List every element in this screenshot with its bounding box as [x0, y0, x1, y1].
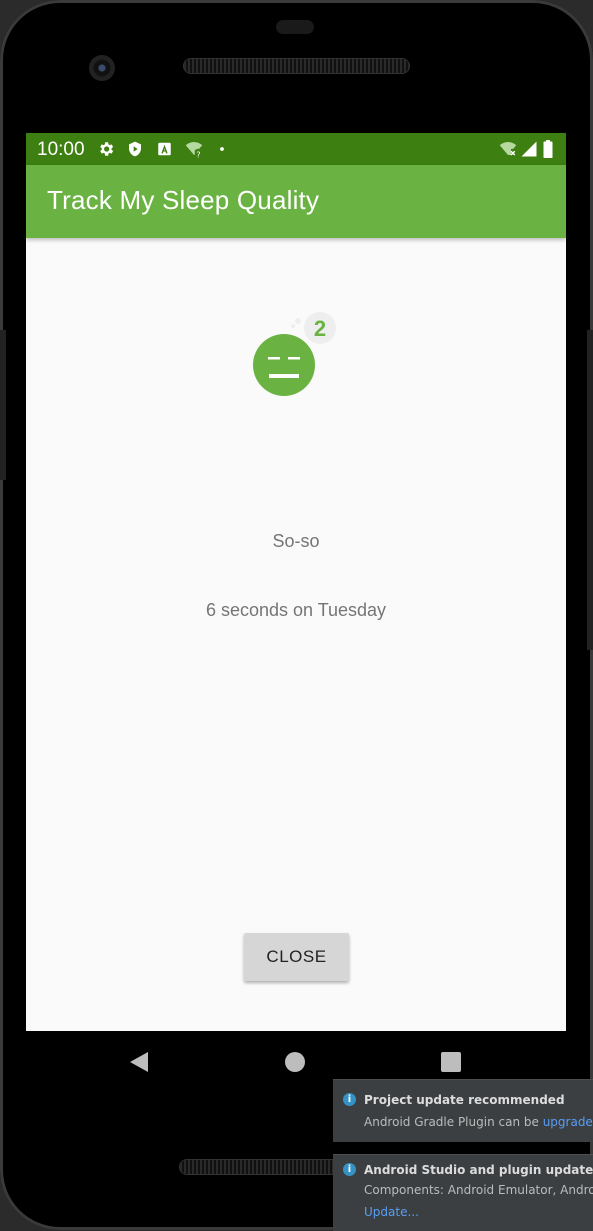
upgraded-link[interactable]: upgraded: [543, 1115, 593, 1129]
notification-project-update[interactable]: i Project update recommended Android Gra…: [333, 1079, 593, 1142]
sleep-length: 6 seconds on Tuesday: [205, 600, 387, 620]
shield-icon: [129, 141, 141, 157]
sleep-quality-2-icon: 2: [253, 312, 336, 396]
app-title: Track My Sleep Quality: [47, 185, 320, 215]
notification-plugin-updates[interactable]: i Android Studio and plugin updates avai…: [333, 1154, 593, 1231]
notification-body: Components: Android Emulator, Android SI: [364, 1183, 593, 1197]
volume-button: [0, 330, 6, 480]
close-button[interactable]: CLOSE: [244, 933, 349, 981]
power-button: [587, 330, 593, 650]
wifi-question-icon: ?: [185, 141, 203, 158]
front-camera: [89, 55, 115, 81]
top-speaker: [184, 59, 409, 73]
info-icon: i: [343, 1163, 356, 1176]
quality-number: 2: [314, 316, 326, 341]
status-bar: 10:00 ?: [26, 133, 566, 165]
recents-icon[interactable]: [441, 1052, 461, 1072]
update-link[interactable]: Update...: [364, 1205, 419, 1219]
wifi-x-icon: [499, 141, 517, 156]
signal-icon: [521, 141, 537, 157]
svg-text:?: ?: [196, 149, 200, 158]
battery-icon: [543, 140, 553, 158]
phone-frame: 10:00 ? Track My Sleep Quality 2 So-so 6…: [0, 0, 593, 1230]
dot-icon: [220, 147, 224, 151]
home-icon[interactable]: [285, 1052, 305, 1072]
notification-body: Android Gradle Plugin can be upgraded.: [364, 1115, 593, 1129]
status-time: 10:00: [37, 139, 85, 160]
notification-title: Project update recommended: [364, 1093, 565, 1107]
app-bar: Track My Sleep Quality: [26, 165, 566, 238]
info-icon: i: [343, 1093, 356, 1106]
earpiece-slot: [276, 20, 314, 34]
device-screen: 10:00 ? Track My Sleep Quality 2 So-so 6…: [26, 133, 566, 1031]
gear-icon: [100, 142, 114, 156]
a-icon: [158, 142, 171, 156]
notification-title: Android Studio and plugin updates availa…: [364, 1163, 593, 1177]
quality-string: So-so: [272, 531, 320, 551]
back-icon[interactable]: [128, 1051, 150, 1073]
